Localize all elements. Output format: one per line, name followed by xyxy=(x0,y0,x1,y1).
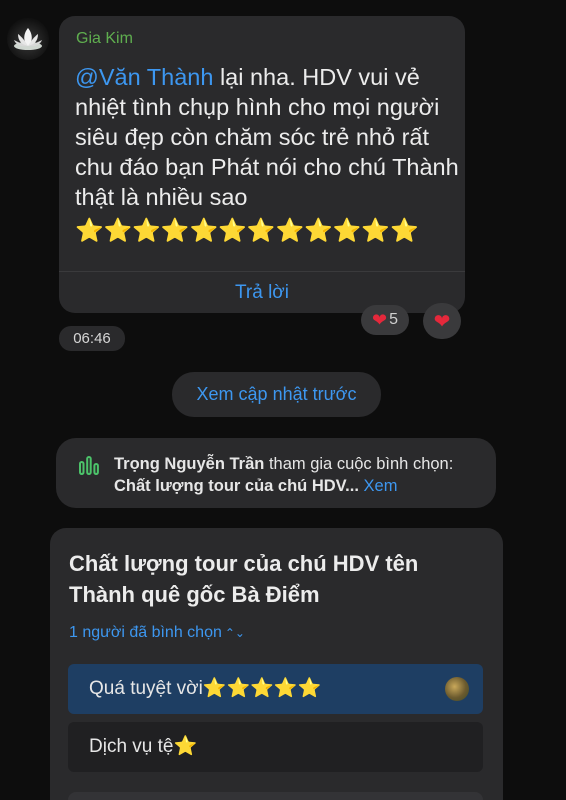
see-previous-updates-button[interactable]: Xem cập nhật trước xyxy=(172,372,381,417)
poll-notice-action: tham gia cuộc bình chọn: xyxy=(264,455,454,473)
chevron-updown-icon: ⌃⌄ xyxy=(224,626,245,640)
message-stars: ⭐⭐⭐⭐⭐⭐⭐⭐⭐⭐⭐⭐ xyxy=(75,217,419,243)
mention-link[interactable]: @Văn Thành xyxy=(75,64,213,90)
poll-option-label: Quá tuyệt vời xyxy=(89,678,203,699)
sender-avatar[interactable] xyxy=(7,18,49,60)
poll-option[interactable]: Dịch vụ tệ⭐ xyxy=(68,722,483,772)
reaction-count: 5 xyxy=(389,311,398,328)
heart-icon: ❤ xyxy=(433,310,451,333)
heart-reaction-button[interactable]: ❤ xyxy=(423,303,461,339)
poll-notice-poll-name: Chất lượng tour của chú HDV... xyxy=(114,477,359,495)
poll-chart-icon xyxy=(79,456,99,475)
sender-name[interactable]: Gia Kim xyxy=(76,30,133,48)
poll-notice[interactable]: Trọng Nguyễn Trần tham gia cuộc bình chọ… xyxy=(56,438,496,508)
message-text: @Văn Thành lại nha. HDV vui vẻ nhiệt tìn… xyxy=(75,62,461,212)
message-time: 06:46 xyxy=(59,326,125,351)
voters-count-link[interactable]: 1 người đã bình chọn ⌃⌄ xyxy=(69,624,245,642)
lotus-icon xyxy=(14,28,42,50)
reply-button[interactable]: Trả lời xyxy=(59,272,465,313)
reaction-count-badge[interactable]: ❤ 5 xyxy=(361,305,409,335)
poll-option-label: Dịch vụ tệ xyxy=(89,736,174,757)
voter-avatar[interactable] xyxy=(445,677,469,701)
poll-notice-text: Trọng Nguyễn Trần tham gia cuộc bình chọ… xyxy=(114,453,494,497)
poll-option[interactable] xyxy=(68,792,483,800)
message-bubble[interactable]: Gia Kim @Văn Thành lại nha. HDV vui vẻ n… xyxy=(59,16,465,313)
poll-notice-user[interactable]: Trọng Nguyễn Trần xyxy=(114,455,264,473)
poll-option[interactable]: Quá tuyệt vời⭐⭐⭐⭐⭐ xyxy=(68,664,483,714)
poll-title: Chất lượng tour của chú HDV tên Thành qu… xyxy=(69,551,419,607)
poll-card: Chất lượng tour của chú HDV tên Thành qu… xyxy=(50,528,503,800)
poll-option-stars: ⭐⭐⭐⭐⭐ xyxy=(202,678,322,699)
heart-icon: ❤ xyxy=(372,309,388,330)
voters-label: 1 người đã bình chọn xyxy=(69,624,222,641)
see-more-link[interactable]: Xem xyxy=(359,477,398,495)
poll-option-stars: ⭐ xyxy=(173,736,198,757)
